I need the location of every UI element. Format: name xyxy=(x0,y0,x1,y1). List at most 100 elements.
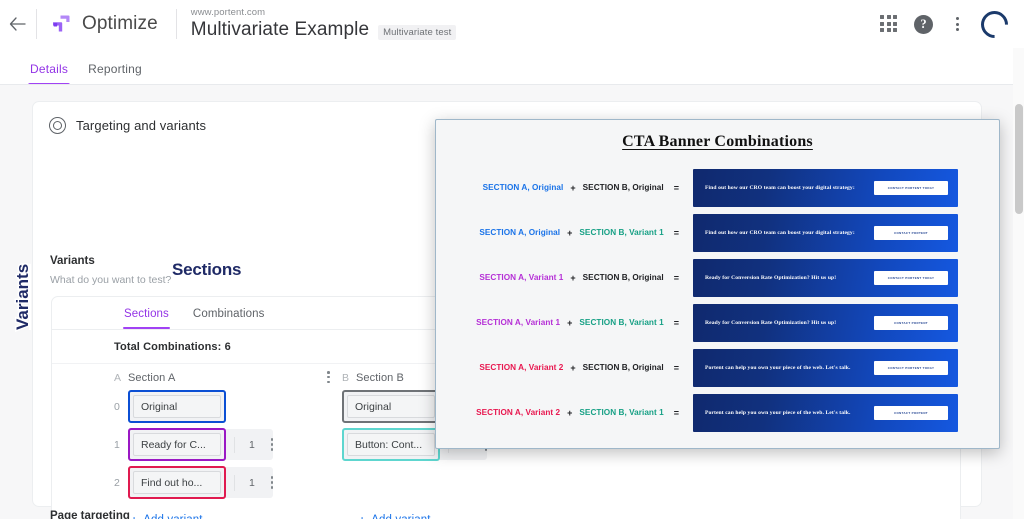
variant-name-a2[interactable]: Find out ho... xyxy=(133,471,221,494)
section-column-a: A Section A xyxy=(114,371,342,384)
apps-grid-icon[interactable] xyxy=(880,15,898,33)
account-avatar-icon[interactable] xyxy=(975,4,1014,44)
row-index: 2 xyxy=(114,476,120,489)
annotation-variants: Variants xyxy=(12,262,34,331)
optimize-logo-icon xyxy=(49,12,73,36)
combination-label-0: SECTION A, Original + SECTION B, Origina… xyxy=(449,183,679,193)
list-item: SECTION A, Original + SECTION B, Variant… xyxy=(449,210,986,255)
cta-banner-0: Find out how our CRO team can boost your… xyxy=(693,168,958,207)
variant-a2-menu-icon[interactable] xyxy=(270,476,274,489)
back-arrow-icon[interactable] xyxy=(0,0,34,48)
tab-sections[interactable]: Sections xyxy=(114,308,179,329)
variant-cell-a2: 2 Find out ho... 1 xyxy=(114,466,342,499)
variant-highlight-a2: Find out ho... xyxy=(128,466,226,499)
site-url: www.portent.com xyxy=(190,7,266,18)
plus-symbol: + xyxy=(570,272,576,283)
variant-chip: Find out ho... 1 xyxy=(128,466,274,499)
banner-button-1: CONTACT PORTENT xyxy=(874,225,948,240)
optimize-logo-group[interactable]: Optimize xyxy=(37,12,158,36)
list-item: SECTION A, Variant 1 + SECTION B, Varian… xyxy=(449,300,986,345)
status-badge: Multivariate test xyxy=(378,25,457,40)
combination-label-2: SECTION A, Variant 1 + SECTION B, Origin… xyxy=(449,273,679,283)
row-index: 1 xyxy=(114,438,120,451)
variant-cell-a1: 1 Ready for C... 1 xyxy=(114,428,342,461)
variant-name-a1[interactable]: Ready for C... xyxy=(133,433,221,456)
page-title: Multivariate Example xyxy=(190,19,370,40)
cta-banner-1: Find out how our CRO team can boost your… xyxy=(693,213,958,252)
tab-details[interactable]: Details xyxy=(20,62,78,85)
equals-symbol: = xyxy=(673,182,679,193)
combo-0-section-a: SECTION A, Original xyxy=(482,183,564,192)
card-title: Targeting and variants xyxy=(76,118,207,133)
banner-button-5: CONTACT PORTENT xyxy=(874,405,948,420)
cta-banner-2: Ready for Conversion Rate Optimization? … xyxy=(693,258,958,297)
page-targeting-heading: Page targeting xyxy=(50,510,130,519)
banner-button-2: CONTACT PORTENT TODAY xyxy=(874,270,948,285)
combo-3-section-a: SECTION A, Variant 1 xyxy=(476,318,561,327)
variant-a1-menu-icon[interactable] xyxy=(270,438,274,451)
more-vert-icon[interactable] xyxy=(949,15,965,34)
page-scrollbar-thumb[interactable] xyxy=(1014,104,1023,214)
page-scrollbar-track[interactable] xyxy=(1013,48,1024,519)
variant-name-b0[interactable]: Original xyxy=(347,395,435,418)
add-variant-label-b: Add variant xyxy=(371,514,430,519)
add-variant-cell-a: + Add variant xyxy=(114,512,342,519)
equals-symbol: = xyxy=(673,407,679,418)
variant-name-a0[interactable]: Original xyxy=(133,395,221,418)
tab-combinations[interactable]: Combinations xyxy=(183,308,275,329)
combination-label-1: SECTION A, Original + SECTION B, Variant… xyxy=(449,228,679,238)
combo-1-section-b: SECTION B, Variant 1 xyxy=(579,228,664,237)
banner-text-2: Ready for Conversion Rate Optimization? … xyxy=(705,274,837,281)
list-item: SECTION A, Original + SECTION B, Origina… xyxy=(449,165,986,210)
plus-symbol: + xyxy=(567,317,573,328)
variants-heading: Variants xyxy=(50,255,95,267)
header-actions: ? xyxy=(880,4,1024,44)
table-row: 2 Find out ho... 1 xyxy=(114,466,960,499)
variant-chip: Original xyxy=(342,390,440,423)
targeting-icon xyxy=(49,117,66,134)
banner-button-3: CONTACT PORTENT xyxy=(874,315,948,330)
variant-highlight-b0: Original xyxy=(342,390,440,423)
banner-text-0: Find out how our CRO team can boost your… xyxy=(705,184,855,191)
variant-name-b1[interactable]: Button: Cont... xyxy=(347,433,435,456)
combo-4-section-b: SECTION B, Original xyxy=(582,363,664,372)
combination-label-4: SECTION A, Variant 2 + SECTION B, Origin… xyxy=(449,363,679,373)
cta-banner-5: Portent can help you own your piece of t… xyxy=(693,393,958,432)
list-item: SECTION A, Variant 1 + SECTION B, Origin… xyxy=(449,255,986,300)
combination-list: SECTION A, Original + SECTION B, Origina… xyxy=(436,151,999,435)
cta-banner-4: Portent can help you own your piece of t… xyxy=(693,348,958,387)
combination-label-5: SECTION A, Variant 2 + SECTION B, Varian… xyxy=(449,408,679,418)
variant-chip: Original xyxy=(128,390,226,423)
variant-cell-a0: 0 Original xyxy=(114,390,342,423)
row-index: 0 xyxy=(114,400,120,413)
plus-symbol: + xyxy=(567,227,573,238)
banner-button-0: CONTACT PORTENT TODAY xyxy=(874,180,948,195)
tab-reporting[interactable]: Reporting xyxy=(78,62,152,85)
optimize-logo-glyph xyxy=(53,15,70,32)
plus-symbol: + xyxy=(570,182,576,193)
variant-chip: Ready for C... 1 xyxy=(128,428,274,461)
plus-icon: + xyxy=(358,512,366,519)
experiment-title-block: www.portent.com Multivariate Example Mul… xyxy=(177,7,457,41)
equals-symbol: = xyxy=(673,272,679,283)
add-variant-button-b[interactable]: + Add variant xyxy=(342,512,431,519)
banner-text-4: Portent can help you own your piece of t… xyxy=(705,364,851,371)
section-letter-a: A xyxy=(114,372,122,384)
cta-banner-3: Ready for Conversion Rate Optimization? … xyxy=(693,303,958,342)
equals-symbol: = xyxy=(673,317,679,328)
app-header: Optimize www.portent.com Multivariate Ex… xyxy=(0,0,1024,48)
combo-2-section-a: SECTION A, Variant 1 xyxy=(479,273,564,282)
help-icon[interactable]: ? xyxy=(914,14,933,34)
combo-5-section-b: SECTION B, Variant 1 xyxy=(579,408,664,417)
equals-symbol: = xyxy=(673,227,679,238)
combo-1-section-a: SECTION A, Original xyxy=(479,228,561,237)
variant-highlight-a0: Original xyxy=(128,390,226,423)
combo-5-section-a: SECTION A, Variant 2 xyxy=(476,408,561,417)
combo-0-section-b: SECTION B, Original xyxy=(582,183,664,192)
primary-tabbar: Details Reporting xyxy=(0,48,1024,85)
section-a-menu-icon[interactable] xyxy=(327,371,330,384)
plus-icon: + xyxy=(130,512,138,519)
banner-text-3: Ready for Conversion Rate Optimization? … xyxy=(705,319,837,326)
back-arrow-glyph xyxy=(9,17,26,31)
add-variant-cell-b: + Add variant xyxy=(342,512,570,519)
